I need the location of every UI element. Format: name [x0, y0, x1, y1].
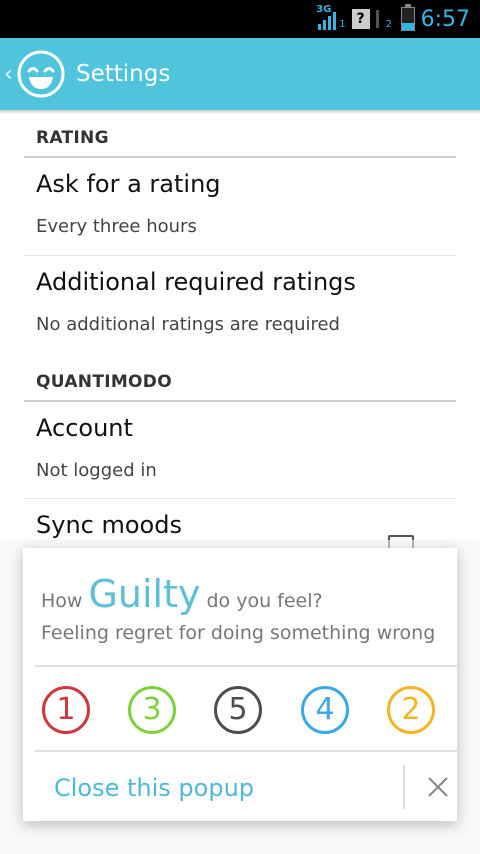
setting-subtitle: No additional ratings are required: [36, 314, 340, 335]
setting-subtitle: Not logged in: [36, 460, 157, 481]
battery-icon: [400, 4, 415, 31]
question-sim-icon: ?: [351, 9, 370, 29]
section-header-label: QUANTIMODO: [36, 372, 172, 392]
divider: [35, 665, 457, 667]
setting-title: Account: [36, 414, 133, 442]
setting-title: Additional required ratings: [36, 268, 356, 296]
network-type: 3G: [316, 4, 332, 15]
divider: [35, 750, 457, 752]
setting-title: Sync moods: [36, 511, 182, 539]
section-header-quantimodo: QUANTIMODO: [24, 358, 456, 402]
status-icons: 3G 1 ? 2 6:57: [316, 0, 470, 38]
smiley-logo-icon[interactable]: [16, 49, 66, 99]
setting-account[interactable]: Account Not logged in: [24, 402, 456, 499]
mood-name: Guilty: [88, 572, 201, 616]
close-popup-button[interactable]: Close this popup: [54, 774, 254, 802]
rating-button-2[interactable]: 2: [387, 686, 435, 734]
section-header-rating: RATING: [24, 114, 456, 158]
status-bar: 3G 1 ? 2 6:57: [0, 0, 480, 38]
close-icon[interactable]: [421, 770, 455, 804]
rating-button-4[interactable]: 4: [301, 686, 349, 734]
setting-subtitle: Every three hours: [36, 216, 197, 237]
mood-description: Feeling regret for doing something wrong: [41, 622, 436, 644]
rating-options: 1 3 5 4 2: [23, 686, 457, 734]
chevron-left-icon[interactable]: ‹: [4, 62, 14, 87]
setting-ask-rating[interactable]: Ask for a rating Every three hours: [24, 158, 456, 256]
sim2-label: 2: [385, 19, 392, 30]
no-signal-icon: 2: [375, 10, 395, 30]
rating-button-5[interactable]: 5: [214, 686, 262, 734]
rating-button-1[interactable]: 1: [42, 686, 90, 734]
clock: 6:57: [420, 6, 470, 32]
setting-additional-ratings[interactable]: Additional required ratings No additiona…: [24, 256, 456, 355]
page-title: Settings: [76, 61, 171, 87]
action-bar: ‹ Settings: [0, 38, 480, 110]
mood-question: How Guilty do you feel?: [41, 572, 323, 616]
divider-vertical: [403, 765, 405, 809]
setting-title: Ask for a rating: [36, 170, 221, 198]
mood-popup: How Guilty do you feel? Feeling regret for…: [23, 548, 457, 821]
question-suffix: do you feel?: [206, 590, 323, 612]
section-header-label: RATING: [36, 128, 109, 148]
signal-icon: 3G 1: [316, 4, 346, 30]
rating-button-3[interactable]: 3: [128, 686, 176, 734]
sim1-label: 1: [339, 19, 346, 30]
question-prefix: How: [41, 590, 83, 612]
